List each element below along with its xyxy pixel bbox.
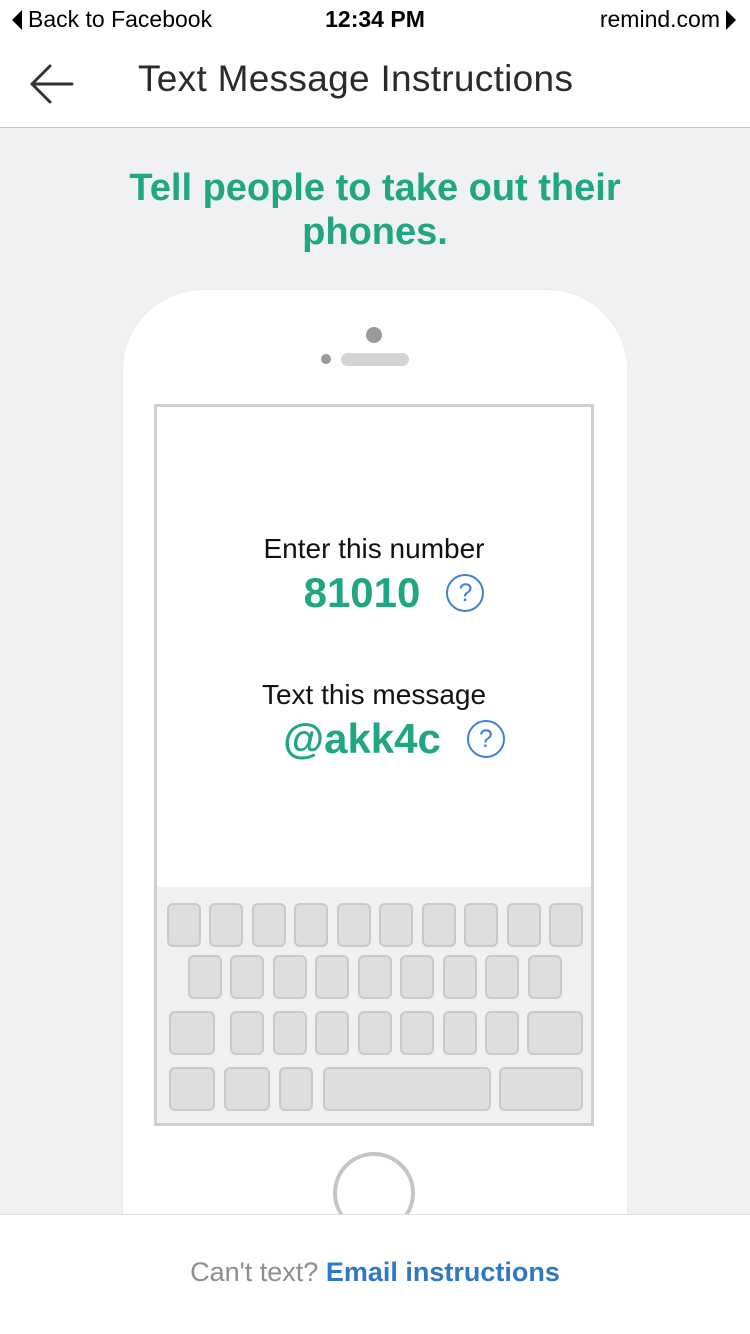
keyboard-key xyxy=(294,903,328,947)
keyboard-key xyxy=(337,903,371,947)
keyboard-key xyxy=(188,955,222,999)
keyboard-key xyxy=(230,955,264,999)
keyboard-key xyxy=(273,955,307,999)
arrow-left-icon[interactable] xyxy=(28,62,76,106)
keyboard-key xyxy=(507,903,541,947)
keyboard-key xyxy=(443,955,477,999)
keyboard-key xyxy=(358,955,392,999)
footer-text: Can't text? Email instructions xyxy=(0,1257,750,1288)
number-row: 81010 ? xyxy=(157,569,591,617)
keyboard-key xyxy=(485,955,519,999)
keyboard-key xyxy=(379,903,413,947)
keyboard-key xyxy=(443,1011,477,1055)
site-label: remind.com xyxy=(599,6,720,32)
keyboard-key xyxy=(167,903,201,947)
message-row: @akk4c ? xyxy=(157,715,591,763)
keyboard-key xyxy=(485,1011,519,1055)
keyboard-key xyxy=(273,1011,307,1055)
status-bar: Back to Facebook 12:34 PM remind.com xyxy=(0,0,750,40)
instruction-headline: Tell people to take out their phones. xyxy=(129,167,621,253)
short-code-value: 81010 xyxy=(303,569,421,616)
class-code-value: @akk4c xyxy=(283,715,441,762)
phone-speaker xyxy=(341,353,409,366)
keyboard-key xyxy=(400,1011,434,1055)
keyboard-numbers-key xyxy=(169,1067,215,1111)
keyboard-globe-key xyxy=(224,1067,270,1111)
keyboard-key xyxy=(252,903,286,947)
keyboard-key xyxy=(315,955,349,999)
number-help-icon[interactable]: ? xyxy=(446,574,485,612)
keyboard-illustration xyxy=(157,887,591,1123)
footer: Can't text? Email instructions xyxy=(0,1214,750,1334)
page-title: Text Message Instructions xyxy=(138,58,574,99)
keyboard-key xyxy=(400,955,434,999)
phone-screen: Enter this number 81010 ? Text this mess… xyxy=(154,404,594,1126)
message-label: Text this message xyxy=(261,679,487,710)
keyboard-key xyxy=(528,955,562,999)
keyboard-key xyxy=(209,903,243,947)
number-label: Enter this number xyxy=(263,533,485,564)
keyboard-space-key xyxy=(323,1067,491,1111)
keyboard-shift-key xyxy=(169,1011,215,1055)
keyboard-key xyxy=(422,903,456,947)
open-site-link[interactable]: remind.com xyxy=(600,6,736,33)
keyboard-key xyxy=(549,903,583,947)
back-to-app-link[interactable]: Back to Facebook xyxy=(12,6,212,33)
email-instructions-link[interactable]: Email instructions xyxy=(326,1257,560,1287)
message-help-icon[interactable]: ? xyxy=(466,720,505,758)
back-to-app-label: Back to Facebook xyxy=(28,6,213,32)
nav-bar: Text Message Instructions xyxy=(0,40,750,128)
keyboard-key xyxy=(358,1011,392,1055)
keyboard-key xyxy=(230,1011,264,1055)
keyboard-key xyxy=(464,903,498,947)
phone-camera-dot xyxy=(366,327,382,343)
keyboard-delete-key xyxy=(527,1011,583,1055)
back-triangle-icon xyxy=(12,9,22,30)
phone-illustration: Enter this number 81010 ? Text this mess… xyxy=(123,290,627,1300)
keyboard-return-key xyxy=(499,1067,583,1111)
keyboard-mic-key xyxy=(279,1067,313,1111)
cant-text-prompt: Can't text? xyxy=(190,1257,319,1287)
phone-sensor-dot xyxy=(321,354,331,364)
forward-triangle-icon xyxy=(726,9,736,30)
keyboard-key xyxy=(315,1011,349,1055)
